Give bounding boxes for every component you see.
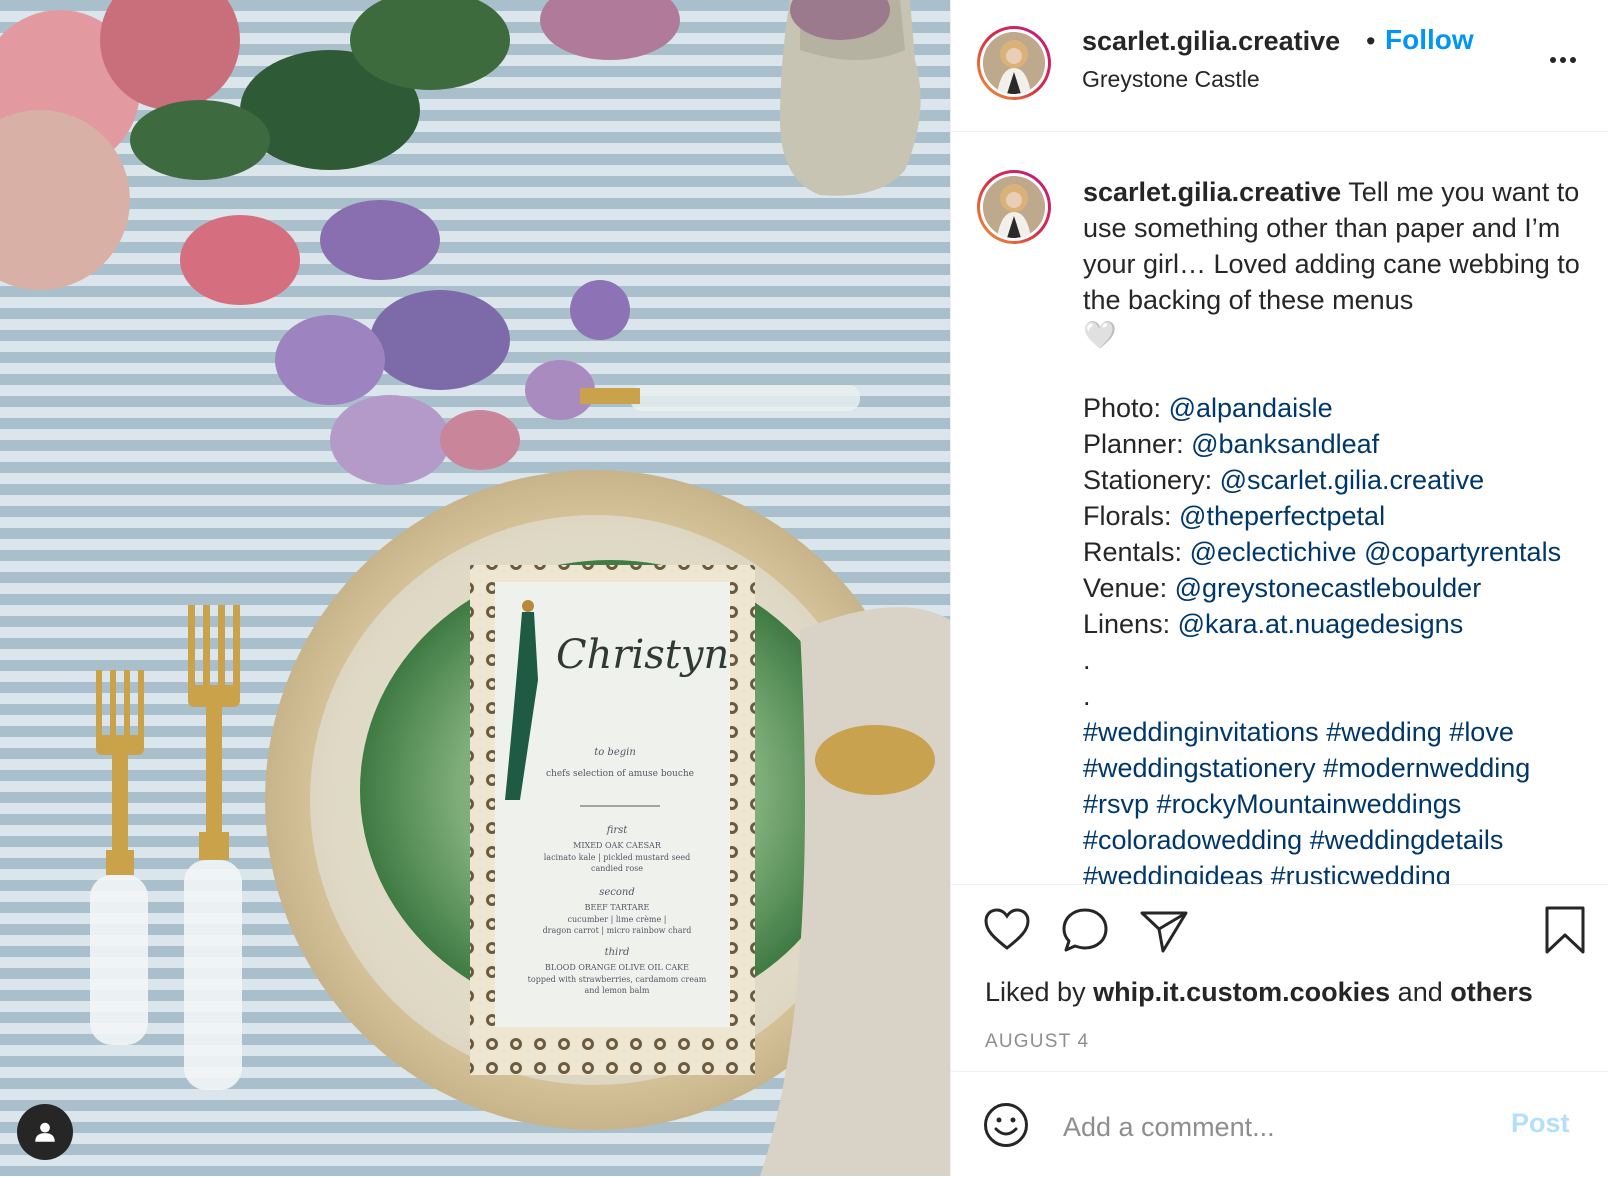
post-header: scarlet.gilia.creative • Follow Greyston… bbox=[951, 0, 1608, 132]
tagged-users-button[interactable] bbox=[17, 1104, 73, 1160]
menu-card-name: Christyn bbox=[556, 632, 729, 678]
hashtag-link[interactable]: #weddingdetails bbox=[1310, 825, 1504, 855]
avatar[interactable] bbox=[977, 26, 1051, 100]
credits-list: Photo: @alpandaisle Planner: @banksandle… bbox=[1083, 390, 1593, 642]
menu-course-text: dragon carrot | micro rainbow chard bbox=[543, 926, 692, 935]
like-button[interactable] bbox=[983, 907, 1031, 956]
mention-link[interactable]: @banksandleaf bbox=[1191, 429, 1379, 459]
spacer-dot: . bbox=[1083, 645, 1091, 675]
credit-line: Florals: @theperfectpetal bbox=[1083, 501, 1386, 531]
mention-link[interactable]: @theperfectpetal bbox=[1179, 501, 1385, 531]
hashtag-link[interactable]: #weddingideas bbox=[1083, 861, 1263, 884]
instagram-post-modal: Christyn to begin chefs selection of amu… bbox=[0, 0, 1608, 1176]
menu-course-title: BEEF TARTARE bbox=[585, 903, 650, 912]
menu-course-label: to begin bbox=[594, 747, 636, 758]
hashtag-link[interactable]: #love bbox=[1449, 717, 1514, 747]
mention-link[interactable]: @copartyrentals bbox=[1364, 537, 1561, 567]
hashtag-link[interactable]: #rockyMountainweddings bbox=[1157, 789, 1462, 819]
hashtag-list: #weddinginvitations #wedding #love #wedd… bbox=[1083, 714, 1593, 884]
caption-text: scarlet.gilia.creative Tell me you want … bbox=[1083, 174, 1593, 884]
menu-course-label: first bbox=[606, 825, 629, 836]
hashtag-link[interactable]: #coloradowedding bbox=[1083, 825, 1302, 855]
menu-course-text: candied rose bbox=[591, 864, 643, 873]
more-horizontal-icon bbox=[1550, 57, 1576, 63]
hashtag-link[interactable]: #wedding bbox=[1326, 717, 1442, 747]
post-comment-button[interactable]: Post bbox=[1511, 1108, 1570, 1139]
menu-course-title: MIXED OAK CAESAR bbox=[573, 841, 662, 850]
comment-bar: Post bbox=[951, 1071, 1608, 1177]
hashtag-link[interactable]: #weddingstationery bbox=[1083, 753, 1316, 783]
hashtag-link[interactable]: #rsvp bbox=[1083, 789, 1149, 819]
hashtag-link[interactable]: #rusticwedding bbox=[1271, 861, 1451, 884]
credit-line: Linens: @kara.at.nuagedesigns bbox=[1083, 609, 1464, 639]
mention-link[interactable]: @eclectichive bbox=[1190, 537, 1357, 567]
menu-course-title: BLOOD ORANGE OLIVE OIL CAKE bbox=[545, 963, 689, 972]
author-username[interactable]: scarlet.gilia.creative bbox=[1082, 26, 1340, 57]
follow-button[interactable]: Follow bbox=[1385, 24, 1474, 56]
credit-line: Venue: @greystonecastleboulder bbox=[1083, 573, 1482, 603]
mention-link[interactable]: @alpandaisle bbox=[1169, 393, 1333, 423]
save-button[interactable] bbox=[1543, 905, 1587, 960]
hashtag-link[interactable]: #weddinginvitations bbox=[1083, 717, 1319, 747]
more-options-button[interactable] bbox=[1543, 50, 1583, 70]
heart-emoji: 🤍 bbox=[1083, 320, 1117, 351]
post-date[interactable]: AUGUST 4 bbox=[985, 1031, 1089, 1053]
bookmark-icon bbox=[1545, 906, 1585, 954]
emoji-button[interactable] bbox=[983, 1102, 1029, 1153]
mention-link[interactable]: @greystonecastleboulder bbox=[1175, 573, 1482, 603]
credit-line: Stationery: @scarlet.gilia.creative bbox=[1083, 465, 1485, 495]
mention-link[interactable]: @scarlet.gilia.creative bbox=[1220, 465, 1485, 495]
user-icon bbox=[35, 1122, 55, 1142]
heart-icon bbox=[984, 908, 1030, 950]
caption-username[interactable]: scarlet.gilia.creative bbox=[1083, 177, 1341, 207]
hashtag-link[interactable]: #modernwedding bbox=[1323, 753, 1530, 783]
comment-icon bbox=[1062, 908, 1108, 952]
menu-course-text: lacinato kale | pickled mustard seed bbox=[544, 853, 691, 862]
profile-photo bbox=[983, 176, 1045, 238]
spacer-dot: . bbox=[1083, 681, 1091, 711]
separator-dot: • bbox=[1366, 26, 1376, 56]
menu-course-text: topped with strawberries, cardamom cream bbox=[528, 975, 707, 984]
comment-input[interactable] bbox=[1061, 1104, 1495, 1150]
credit-line: Rentals: @eclectichive @copartyrentals bbox=[1083, 537, 1562, 567]
action-bar: Liked by whip.it.custom.cookies and othe… bbox=[951, 884, 1608, 1057]
share-button[interactable] bbox=[1139, 909, 1189, 958]
post-photo[interactable]: Christyn to begin chefs selection of amu… bbox=[0, 0, 950, 1176]
comment-button[interactable] bbox=[1061, 907, 1109, 958]
send-icon bbox=[1140, 911, 1188, 953]
menu-course-label: second bbox=[599, 887, 635, 898]
caption-avatar[interactable] bbox=[977, 170, 1051, 244]
mention-link[interactable]: @kara.at.nuagedesigns bbox=[1178, 609, 1464, 639]
menu-course-label: third bbox=[605, 947, 630, 958]
profile-photo bbox=[983, 32, 1045, 94]
menu-course-text: and lemon balm bbox=[584, 986, 649, 995]
post-side-panel: scarlet.gilia.creative • Follow Greyston… bbox=[950, 0, 1608, 1176]
caption-scroll-area[interactable]: scarlet.gilia.creative Tell me you want … bbox=[951, 132, 1608, 884]
emoji-icon bbox=[984, 1103, 1028, 1147]
credit-line: Planner: @banksandleaf bbox=[1083, 429, 1380, 459]
likes-summary: Liked by whip.it.custom.cookies and othe… bbox=[985, 977, 1533, 1007]
liked-by-others-link[interactable]: others bbox=[1450, 977, 1533, 1007]
menu-course-text: chefs selection of amuse bouche bbox=[546, 769, 694, 779]
credit-line: Photo: @alpandaisle bbox=[1083, 393, 1333, 423]
tablescape-image: Christyn to begin chefs selection of amu… bbox=[0, 0, 950, 1176]
menu-course-text: cucumber | lime crème | bbox=[568, 915, 667, 924]
location-link[interactable]: Greystone Castle bbox=[1082, 66, 1260, 93]
liked-by-user-link[interactable]: whip.it.custom.cookies bbox=[1093, 977, 1390, 1007]
